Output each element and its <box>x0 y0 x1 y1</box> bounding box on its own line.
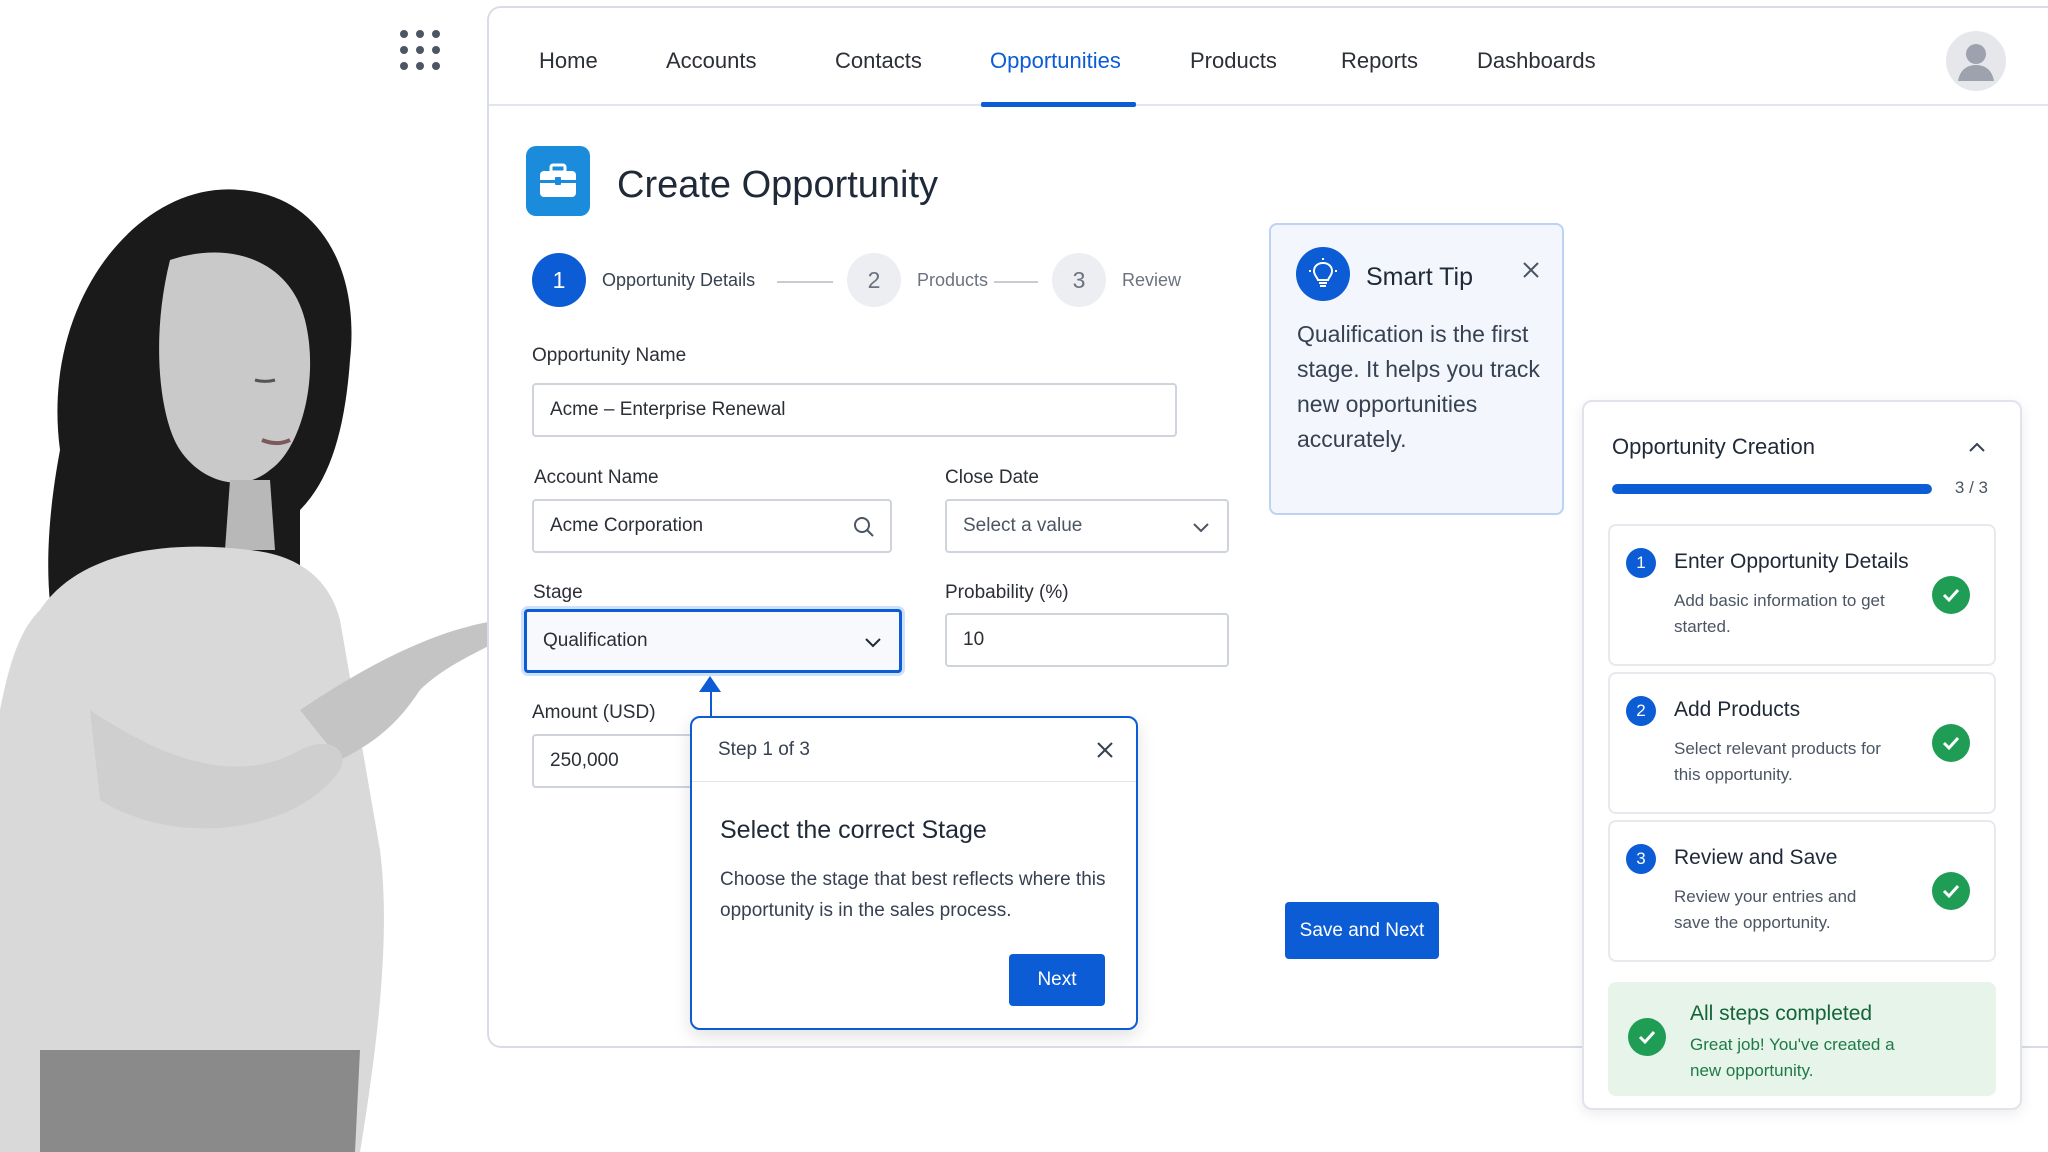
stepper-connector <box>994 281 1038 283</box>
progress-fill <box>1612 484 1932 494</box>
amount-value: 250,000 <box>550 750 619 771</box>
checklist-item-1[interactable]: 1 Enter Opportunity Details Add basic in… <box>1608 524 1996 666</box>
stepper-step-1[interactable]: 1 Opportunity Details <box>532 253 755 307</box>
probability-input[interactable]: 10 <box>945 613 1229 667</box>
chevron-up-icon[interactable] <box>1966 436 1988 458</box>
close-date-label: Close Date <box>945 467 1039 488</box>
nav-item-opportunities[interactable]: Opportunities <box>990 48 1121 74</box>
item-title: Enter Opportunity Details <box>1674 550 1909 573</box>
nav-item-accounts[interactable]: Accounts <box>666 48 757 74</box>
opportunity-name-input[interactable]: Acme – Enterprise Renewal <box>532 383 1177 437</box>
step-number: 3 <box>1052 253 1106 307</box>
tour-next-button[interactable]: Next <box>1009 954 1105 1006</box>
nav-item-reports[interactable]: Reports <box>1341 48 1418 74</box>
completed-title: All steps completed <box>1690 1002 1873 1025</box>
step-number: 1 <box>532 253 586 307</box>
save-and-next-button[interactable]: Save and Next <box>1285 902 1439 959</box>
item-number: 3 <box>1626 844 1656 874</box>
page: Home Accounts Contacts Opportunities Pro… <box>0 0 2048 1152</box>
amount-label: Amount (USD) <box>532 702 656 723</box>
check-icon <box>1932 576 1970 614</box>
active-tab-indicator <box>981 102 1136 107</box>
progress-count: 3 / 3 <box>1954 478 1988 497</box>
opportunity-name-label: Opportunity Name <box>532 345 687 366</box>
step-label: Review <box>1122 269 1182 290</box>
search-icon[interactable] <box>852 515 876 539</box>
chevron-down-icon <box>865 638 881 648</box>
step-number: 2 <box>847 253 901 307</box>
check-icon <box>1932 724 1970 762</box>
account-name-input[interactable]: Acme Corporation <box>532 499 892 553</box>
item-title: Add Products <box>1674 698 1801 721</box>
app-launcher-icon[interactable] <box>400 30 440 70</box>
check-icon <box>1628 1018 1666 1056</box>
presenter-photo <box>0 189 515 1152</box>
checklist-progress-bar <box>1612 484 1932 494</box>
lightbulb-icon <box>1296 247 1350 301</box>
item-number: 2 <box>1626 696 1656 726</box>
stepper-step-3[interactable]: 3 Review <box>1052 253 1181 307</box>
probability-value: 10 <box>963 629 985 650</box>
stepper-step-2[interactable]: 2 Products <box>847 253 988 307</box>
checklist-item-3[interactable]: 3 Review and Save Review your entries an… <box>1608 820 1996 962</box>
completed-description: Great job! You've created a new opportun… <box>1690 1035 1895 1080</box>
nav-item-contacts[interactable]: Contacts <box>835 48 922 74</box>
account-name-value: Acme Corporation <box>550 515 704 536</box>
stage-select[interactable]: Qualification <box>524 609 902 673</box>
tour-step-indicator: Step 1 of 3 <box>692 718 1136 782</box>
checklist-item-2[interactable]: 2 Add Products Select relevant products … <box>1608 672 1996 814</box>
smart-tip-title: Smart Tip <box>1366 263 1473 291</box>
close-date-placeholder: Select a value <box>963 515 1083 536</box>
opportunity-name-value: Acme – Enterprise Renewal <box>550 399 786 420</box>
top-navigation: Home Accounts Contacts Opportunities Pro… <box>489 8 2048 107</box>
close-icon[interactable] <box>1520 259 1542 281</box>
tour-body: Choose the stage that best reflects wher… <box>720 869 1106 921</box>
stage-value: Qualification <box>543 630 648 651</box>
smart-tip-card: Smart Tip Qualification is the first sta… <box>1269 223 1564 515</box>
close-date-select[interactable]: Select a value <box>945 499 1229 553</box>
stage-label: Stage <box>533 582 583 603</box>
tour-title: Select the correct Stage <box>720 816 987 844</box>
item-description: Select relevant products for this opport… <box>1674 739 1881 784</box>
checklist-title: Opportunity Creation <box>1612 434 1815 459</box>
briefcase-icon <box>526 146 590 216</box>
check-icon <box>1932 872 1970 910</box>
item-description: Add basic information to get started. <box>1674 591 1885 636</box>
nav-item-products[interactable]: Products <box>1190 48 1277 74</box>
probability-label: Probability (%) <box>945 582 1069 603</box>
user-avatar-icon[interactable] <box>1946 31 2006 91</box>
stepper-connector <box>777 281 833 283</box>
opportunity-creation-checklist: Opportunity Creation 3 / 3 1 Enter Oppor… <box>1582 400 2022 1110</box>
item-number: 1 <box>1626 548 1656 578</box>
account-name-label: Account Name <box>534 467 659 488</box>
nav-item-home[interactable]: Home <box>539 48 598 74</box>
item-description: Review your entries and save the opportu… <box>1674 887 1857 932</box>
tour-pointer <box>699 676 721 692</box>
step-label: Products <box>917 269 989 290</box>
step-label: Opportunity Details <box>602 269 756 290</box>
page-title: Create Opportunity <box>617 164 939 206</box>
nav-item-dashboards[interactable]: Dashboards <box>1477 48 1596 74</box>
smart-tip-body: Qualification is the first stage. It hel… <box>1297 321 1540 452</box>
all-steps-completed-banner: All steps completed Great job! You've cr… <box>1608 982 1996 1096</box>
close-icon[interactable] <box>1094 739 1116 761</box>
chevron-down-icon <box>1193 523 1209 533</box>
item-title: Review and Save <box>1674 846 1838 869</box>
guided-tour-popover: Step 1 of 3 Select the correct Stage Cho… <box>690 716 1138 1030</box>
